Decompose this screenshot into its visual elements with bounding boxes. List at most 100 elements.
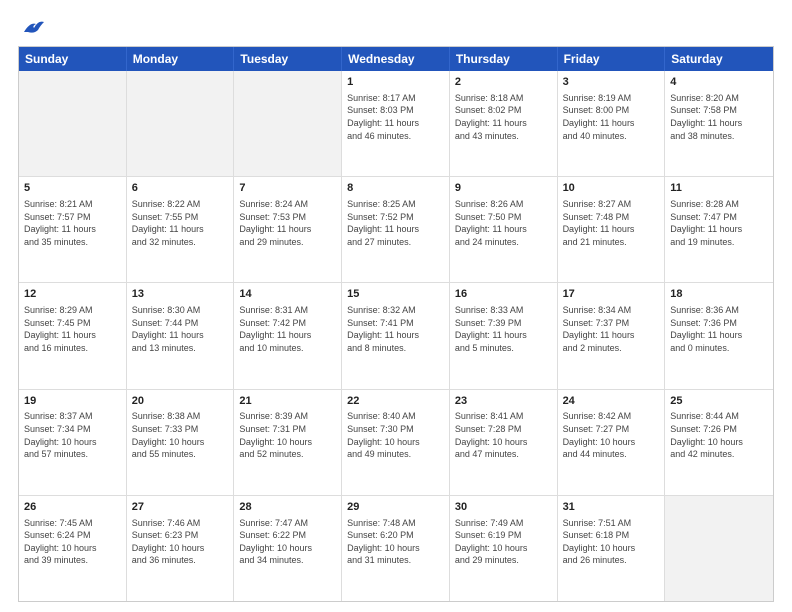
calendar-header-day: Sunday	[19, 47, 127, 71]
calendar-header-day: Wednesday	[342, 47, 450, 71]
day-info: Sunrise: 8:41 AM Sunset: 7:28 PM Dayligh…	[455, 410, 552, 460]
calendar-cell: 17Sunrise: 8:34 AM Sunset: 7:37 PM Dayli…	[558, 283, 666, 388]
day-info: Sunrise: 8:20 AM Sunset: 7:58 PM Dayligh…	[670, 92, 768, 142]
calendar-header-day: Thursday	[450, 47, 558, 71]
day-info: Sunrise: 8:44 AM Sunset: 7:26 PM Dayligh…	[670, 410, 768, 460]
day-number: 26	[24, 500, 121, 515]
calendar-cell: 15 Sunrise: 8:32 AM Sunset: 7:41 PM Dayli…	[342, 283, 450, 388]
day-number: 28	[239, 500, 336, 515]
day-number: 20	[132, 394, 229, 409]
day-info: Sunrise: 7:47 AM Sunset: 6:22 PM Dayligh…	[239, 517, 336, 567]
day-info: Sunrise: 8:30 AM Sunset: 7:44 PM Dayligh…	[132, 304, 229, 354]
calendar-cell-empty	[19, 71, 127, 176]
day-number: 27	[132, 500, 229, 515]
day-info: Sunrise: 8:27 AM Sunset: 7:48 PM Dayligh…	[563, 198, 660, 248]
day-info: Sunrise: 8:39 AM Sunset: 7:31 PM Dayligh…	[239, 410, 336, 460]
day-info: Sunrise: 8:29 AM Sunset: 7:45 PM Dayligh…	[24, 304, 121, 354]
day-number: 29	[347, 500, 444, 515]
calendar-cell-empty	[234, 71, 342, 176]
calendar-header-day: Saturday	[665, 47, 773, 71]
calendar-header-day: Friday	[558, 47, 666, 71]
day-info: Sunrise: 8:18 AM Sunset: 8:02 PM Dayligh…	[455, 92, 552, 142]
calendar-header-day: Monday	[127, 47, 235, 71]
calendar-row: 12 Sunrise: 8:29 AM Sunset: 7:45 PM Dayli…	[19, 282, 773, 388]
day-info: Sunrise: 8:25 AM Sunset: 7:52 PM Dayligh…	[347, 198, 444, 248]
calendar-cell-empty	[665, 496, 773, 601]
calendar-cell: 20Sunrise: 8:38 AM Sunset: 7:33 PM Dayli…	[127, 390, 235, 495]
day-number: 11	[670, 181, 768, 196]
day-number: 22	[347, 394, 444, 409]
calendar-row: 5 Sunrise: 8:21 AM Sunset: 7:57 PM Daylig…	[19, 176, 773, 282]
logo-bird-icon	[22, 18, 44, 36]
day-number: 25	[670, 394, 768, 409]
day-number: 21	[239, 394, 336, 409]
day-info: Sunrise: 8:26 AM Sunset: 7:50 PM Dayligh…	[455, 198, 552, 248]
calendar-cell: 18 Sunrise: 8:36 AM Sunset: 7:36 PM Dayli…	[665, 283, 773, 388]
calendar-cell: 24Sunrise: 8:42 AM Sunset: 7:27 PM Dayli…	[558, 390, 666, 495]
calendar-header: SundayMondayTuesdayWednesdayThursdayFrid…	[19, 47, 773, 71]
day-number: 19	[24, 394, 121, 409]
day-number: 12	[24, 287, 121, 302]
calendar-cell-empty	[127, 71, 235, 176]
day-info: Sunrise: 7:48 AM Sunset: 6:20 PM Dayligh…	[347, 517, 444, 567]
calendar-cell: 6 Sunrise: 8:22 AM Sunset: 7:55 PM Daylig…	[127, 177, 235, 282]
day-number: 9	[455, 181, 552, 196]
calendar-cell: 3Sunrise: 8:19 AM Sunset: 8:00 PM Daylig…	[558, 71, 666, 176]
calendar-row: 1Sunrise: 8:17 AM Sunset: 8:03 PM Daylig…	[19, 71, 773, 176]
calendar-cell: 22Sunrise: 8:40 AM Sunset: 7:30 PM Dayli…	[342, 390, 450, 495]
calendar-cell: 28 Sunrise: 7:47 AM Sunset: 6:22 PM Dayli…	[234, 496, 342, 601]
day-number: 30	[455, 500, 552, 515]
day-number: 23	[455, 394, 552, 409]
calendar-cell: 12 Sunrise: 8:29 AM Sunset: 7:45 PM Dayli…	[19, 283, 127, 388]
calendar-cell: 1Sunrise: 8:17 AM Sunset: 8:03 PM Daylig…	[342, 71, 450, 176]
day-info: Sunrise: 8:38 AM Sunset: 7:33 PM Dayligh…	[132, 410, 229, 460]
day-info: Sunrise: 8:42 AM Sunset: 7:27 PM Dayligh…	[563, 410, 660, 460]
calendar-cell: 26 Sunrise: 7:45 AM Sunset: 6:24 PM Dayli…	[19, 496, 127, 601]
day-info: Sunrise: 8:28 AM Sunset: 7:47 PM Dayligh…	[670, 198, 768, 248]
calendar-body: 1Sunrise: 8:17 AM Sunset: 8:03 PM Daylig…	[19, 71, 773, 601]
day-info: Sunrise: 8:24 AM Sunset: 7:53 PM Dayligh…	[239, 198, 336, 248]
day-info: Sunrise: 8:17 AM Sunset: 8:03 PM Dayligh…	[347, 92, 444, 142]
calendar-cell: 30 Sunrise: 7:49 AM Sunset: 6:19 PM Dayli…	[450, 496, 558, 601]
day-number: 10	[563, 181, 660, 196]
calendar-cell: 31Sunrise: 7:51 AM Sunset: 6:18 PM Dayli…	[558, 496, 666, 601]
day-info: Sunrise: 8:21 AM Sunset: 7:57 PM Dayligh…	[24, 198, 121, 248]
day-info: Sunrise: 8:33 AM Sunset: 7:39 PM Dayligh…	[455, 304, 552, 354]
calendar-cell: 25Sunrise: 8:44 AM Sunset: 7:26 PM Dayli…	[665, 390, 773, 495]
day-number: 14	[239, 287, 336, 302]
day-number: 2	[455, 75, 552, 90]
day-number: 5	[24, 181, 121, 196]
calendar-cell: 11 Sunrise: 8:28 AM Sunset: 7:47 PM Dayli…	[665, 177, 773, 282]
day-number: 4	[670, 75, 768, 90]
day-number: 17	[563, 287, 660, 302]
day-info: Sunrise: 8:40 AM Sunset: 7:30 PM Dayligh…	[347, 410, 444, 460]
calendar-row: 26 Sunrise: 7:45 AM Sunset: 6:24 PM Dayli…	[19, 495, 773, 601]
calendar-cell: 8 Sunrise: 8:25 AM Sunset: 7:52 PM Daylig…	[342, 177, 450, 282]
calendar-cell: 13 Sunrise: 8:30 AM Sunset: 7:44 PM Dayli…	[127, 283, 235, 388]
day-number: 13	[132, 287, 229, 302]
day-info: Sunrise: 8:22 AM Sunset: 7:55 PM Dayligh…	[132, 198, 229, 248]
calendar-cell: 29 Sunrise: 7:48 AM Sunset: 6:20 PM Dayli…	[342, 496, 450, 601]
calendar-cell: 23Sunrise: 8:41 AM Sunset: 7:28 PM Dayli…	[450, 390, 558, 495]
day-number: 3	[563, 75, 660, 90]
day-info: Sunrise: 8:32 AM Sunset: 7:41 PM Dayligh…	[347, 304, 444, 354]
day-info: Sunrise: 7:45 AM Sunset: 6:24 PM Dayligh…	[24, 517, 121, 567]
calendar-cell: 21Sunrise: 8:39 AM Sunset: 7:31 PM Dayli…	[234, 390, 342, 495]
calendar-header-day: Tuesday	[234, 47, 342, 71]
calendar-cell: 5 Sunrise: 8:21 AM Sunset: 7:57 PM Daylig…	[19, 177, 127, 282]
logo	[18, 18, 46, 36]
day-number: 18	[670, 287, 768, 302]
calendar-cell: 19Sunrise: 8:37 AM Sunset: 7:34 PM Dayli…	[19, 390, 127, 495]
day-info: Sunrise: 7:51 AM Sunset: 6:18 PM Dayligh…	[563, 517, 660, 567]
calendar-cell: 7Sunrise: 8:24 AM Sunset: 7:53 PM Daylig…	[234, 177, 342, 282]
day-number: 8	[347, 181, 444, 196]
day-info: Sunrise: 8:36 AM Sunset: 7:36 PM Dayligh…	[670, 304, 768, 354]
calendar-cell: 16Sunrise: 8:33 AM Sunset: 7:39 PM Dayli…	[450, 283, 558, 388]
day-number: 15	[347, 287, 444, 302]
day-number: 6	[132, 181, 229, 196]
day-info: Sunrise: 7:49 AM Sunset: 6:19 PM Dayligh…	[455, 517, 552, 567]
calendar-cell: 27 Sunrise: 7:46 AM Sunset: 6:23 PM Dayli…	[127, 496, 235, 601]
page-header	[18, 18, 774, 36]
day-info: Sunrise: 7:46 AM Sunset: 6:23 PM Dayligh…	[132, 517, 229, 567]
calendar-cell: 10 Sunrise: 8:27 AM Sunset: 7:48 PM Dayli…	[558, 177, 666, 282]
